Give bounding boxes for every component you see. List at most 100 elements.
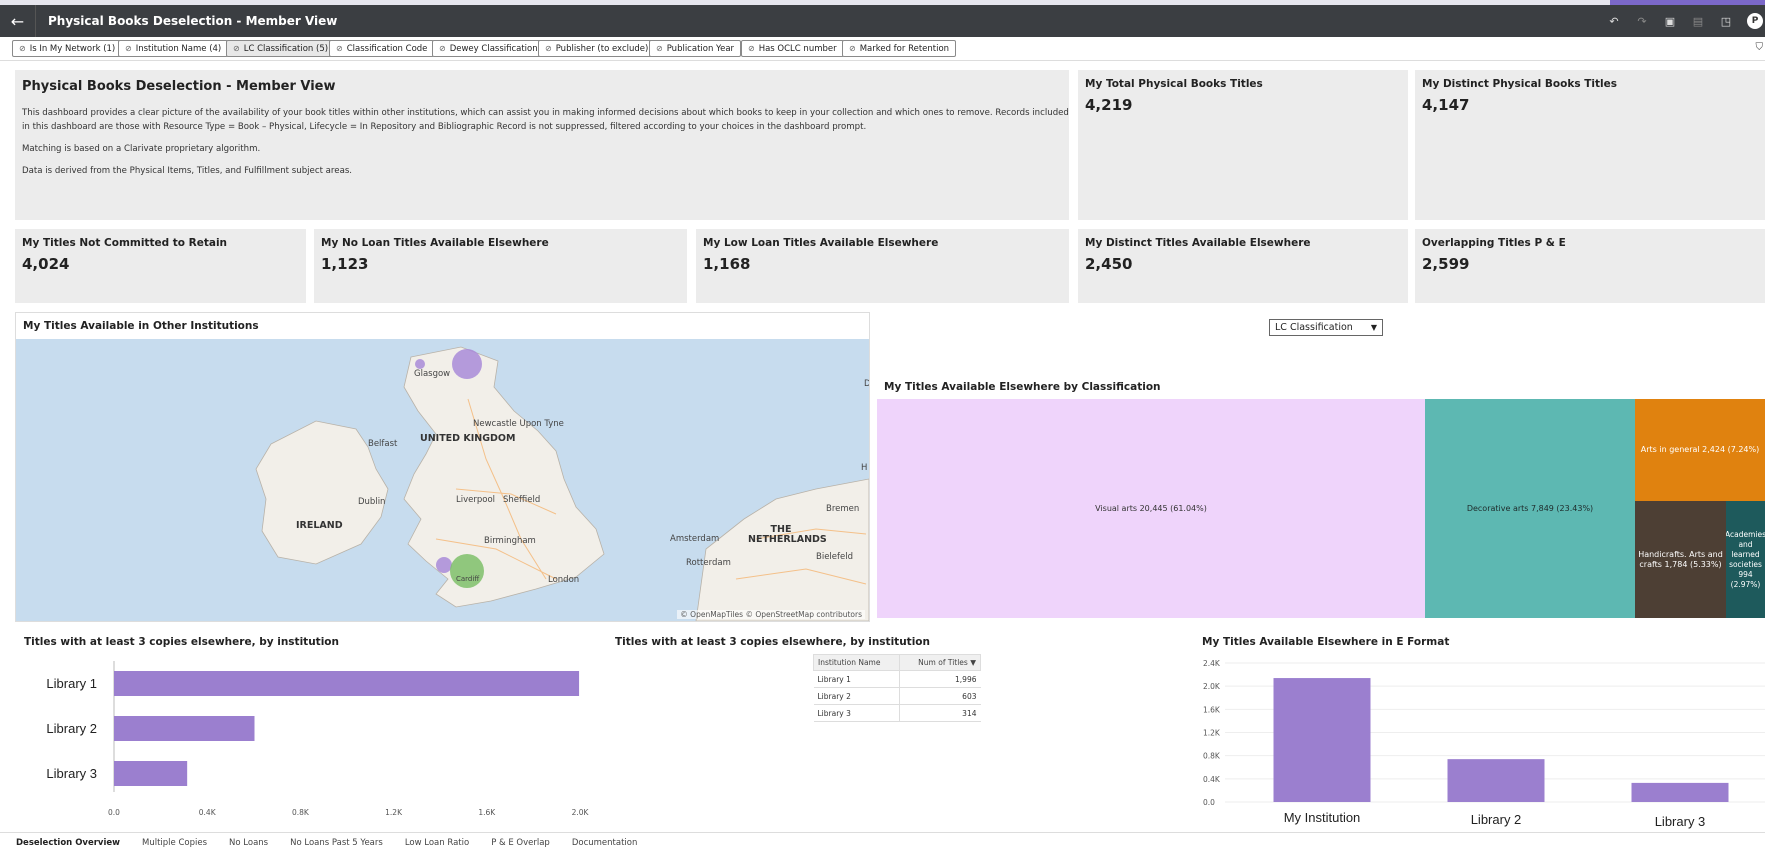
pin-icon: ⊘ [336, 44, 343, 53]
comment-icon[interactable]: ▤ [1691, 14, 1705, 28]
y-tick-label: 2.0K [1203, 682, 1221, 691]
filter-chip-publisher[interactable]: ⊘ Publisher (to exclude) [538, 40, 656, 57]
tab-no-loans-past-5-years[interactable]: No Loans Past 5 Years [290, 838, 383, 848]
land-great-britain [403, 346, 605, 608]
map-label: H [861, 463, 868, 473]
chart-title: Titles with at least 3 copies elsewhere,… [24, 636, 339, 648]
filter-chip-label: Dewey Classification [449, 43, 538, 54]
kpi-total-titles[interactable]: My Total Physical Books Titles 4,219 [1078, 70, 1408, 220]
classification-select[interactable]: LC Classification ▼ [1269, 319, 1383, 336]
category-label: My Institution [1284, 810, 1361, 825]
table-title: Titles with at least 3 copies elsewhere,… [615, 636, 930, 648]
classification-select-value: LC Classification [1275, 322, 1353, 333]
page-tabs: Deselection Overview Multiple Copies No … [0, 832, 1765, 852]
y-tick-label: 2.4K [1203, 659, 1221, 668]
kpi-low-loan[interactable]: My Low Loan Titles Available Elsewhere 1… [696, 229, 1069, 303]
map-attribution: © OpenMapTiles © OpenStreetMap contribut… [677, 610, 865, 619]
table-header-institution[interactable]: Institution Name [812, 654, 901, 671]
map-label: IRELAND [296, 520, 343, 531]
present-icon[interactable]: ◳ [1719, 14, 1733, 28]
table-cell: 603 [899, 687, 981, 705]
chevron-down-icon: ▼ [1370, 323, 1377, 332]
dashboard-title: Physical Books Deselection - Member View [48, 14, 338, 28]
y-tick-label: 0.4K [1203, 775, 1221, 784]
table-cell: Library 1 [813, 670, 900, 688]
tab-pe-overlap[interactable]: P & E Overlap [491, 838, 550, 848]
filter-chip-retention[interactable]: ⊘ Marked for Retention [842, 40, 957, 57]
tab-deselection-overview[interactable]: Deselection Overview [16, 838, 120, 848]
filter-icon[interactable]: ⛉ [1756, 42, 1764, 53]
map-label: Belfast [368, 439, 398, 449]
kpi-label: My Distinct Physical Books Titles [1422, 78, 1618, 90]
kpi-overlapping[interactable]: Overlapping Titles P & E 2,599 [1415, 229, 1765, 303]
map-bubble [436, 557, 452, 573]
back-button[interactable]: ← [0, 5, 36, 37]
avatar[interactable]: P [1747, 13, 1763, 29]
y-tick-label: 1.6K [1203, 705, 1221, 714]
save-icon[interactable]: ▣ [1663, 14, 1677, 28]
filter-chip-network[interactable]: ⊘ Is In My Network (1) [12, 40, 123, 57]
kpi-value: 2,450 [1085, 255, 1133, 273]
map-label: THE NETHERLANDS [748, 524, 827, 545]
map-label: Rotterdam [686, 558, 731, 568]
bar [114, 671, 580, 696]
table-cell: Library 3 [813, 704, 900, 722]
map-label: London [548, 575, 580, 585]
treemap-tile[interactable]: Academies and learned societies 994 (2.9… [1726, 501, 1765, 618]
table-cell: 1,996 [899, 670, 981, 688]
filter-chip-oclc[interactable]: ⊘ Has OCLC number [741, 40, 844, 57]
vertical-bar-chart: 2.4K 2.0K 1.6K 1.2K 0.8K 0.4K 0.0 My Institutio… [1203, 659, 1765, 829]
treemap-tile-label: Visual arts 20,445 (61.04%) [1095, 503, 1207, 513]
undo-icon[interactable]: ↶ [1607, 14, 1621, 28]
kpi-distinct-elsewhere[interactable]: My Distinct Titles Available Elsewhere 2… [1078, 229, 1408, 303]
map-label: UNITED KINGDOM [420, 433, 516, 444]
table-header-titles[interactable]: Num of Titles ▼ [899, 654, 981, 671]
filter-chip-dewey[interactable]: ⊘ Dewey Classification [432, 40, 545, 57]
filter-chip-institution[interactable]: ⊘ Institution Name (4) [118, 40, 229, 57]
x-tick-label: 0.8K [292, 808, 310, 817]
map-panel: My Titles Available in Other Institution… [15, 312, 870, 622]
redo-icon[interactable]: ↷ [1635, 14, 1649, 28]
treemap-tile-label: Arts in general 2,424 (7.24%) [1640, 445, 1760, 454]
tab-documentation[interactable]: Documentation [572, 838, 638, 848]
table-row[interactable]: Library 2 603 [813, 687, 981, 705]
map-bubble [415, 359, 425, 369]
tab-no-loans[interactable]: No Loans [229, 838, 268, 848]
bar [1273, 678, 1371, 802]
pin-icon: ⊘ [656, 44, 663, 53]
map-label: Dublin [358, 497, 386, 507]
bar [114, 761, 188, 786]
treemap-tile-label: Academies and learned societies 994 (2.9… [1726, 529, 1765, 589]
title-bar: ← Physical Books Deselection - Member Vi… [0, 5, 1765, 37]
treemap-tile[interactable]: Decorative arts 7,849 (23.43%) [1425, 399, 1635, 618]
map-canvas[interactable]: Glasgow Newcastle Upon Tyne Belfast UNIT… [16, 339, 869, 621]
filter-chip-label: Institution Name (4) [135, 43, 222, 54]
chart-title: My Titles Available Elsewhere in E Forma… [1202, 636, 1450, 648]
map-svg [255, 346, 869, 621]
map-label: Cardiff [456, 575, 480, 583]
map-label: Liverpool [456, 495, 496, 505]
kpi-no-loan[interactable]: My No Loan Titles Available Elsewhere 1,… [314, 229, 687, 303]
map-label: Birmingham [484, 536, 536, 546]
tab-multiple-copies[interactable]: Multiple Copies [142, 838, 207, 848]
kpi-label: My Distinct Titles Available Elsewhere [1085, 237, 1311, 249]
y-tick-label: 1.2K [1203, 729, 1221, 738]
kpi-not-committed[interactable]: My Titles Not Committed to Retain 4,024 [15, 229, 306, 303]
map-label: Glasgow [414, 369, 451, 379]
pin-icon: ⊘ [849, 44, 856, 53]
map-title: My Titles Available in Other Institution… [23, 320, 259, 332]
table-row[interactable]: Library 3 314 [813, 704, 981, 722]
filter-chip-classification-code[interactable]: ⊘ Classification Code [329, 40, 435, 57]
pin-icon: ⊘ [748, 44, 755, 53]
y-tick-label: 0.8K [1203, 752, 1221, 761]
table-row[interactable]: Library 1 1,996 [813, 670, 981, 688]
map-bubble [452, 349, 482, 379]
treemap-tile[interactable]: Visual arts 20,445 (61.04%) [877, 399, 1425, 618]
tab-low-loan-ratio[interactable]: Low Loan Ratio [405, 838, 469, 848]
pin-icon: ⊘ [233, 44, 240, 53]
kpi-distinct-titles[interactable]: My Distinct Physical Books Titles 4,147 [1415, 70, 1765, 220]
filter-chip-publication-year[interactable]: ⊘ Publication Year [649, 40, 742, 57]
horizontal-bar-chart: Library 1 Library 2 Library 3 0.0 0.4K 0.8K 1.… [46, 661, 589, 817]
treemap-tile[interactable]: Handicrafts. Arts and crafts 1,784 (5.33… [1635, 501, 1726, 618]
treemap-tile[interactable]: Arts in general 2,424 (7.24%) [1635, 399, 1765, 501]
